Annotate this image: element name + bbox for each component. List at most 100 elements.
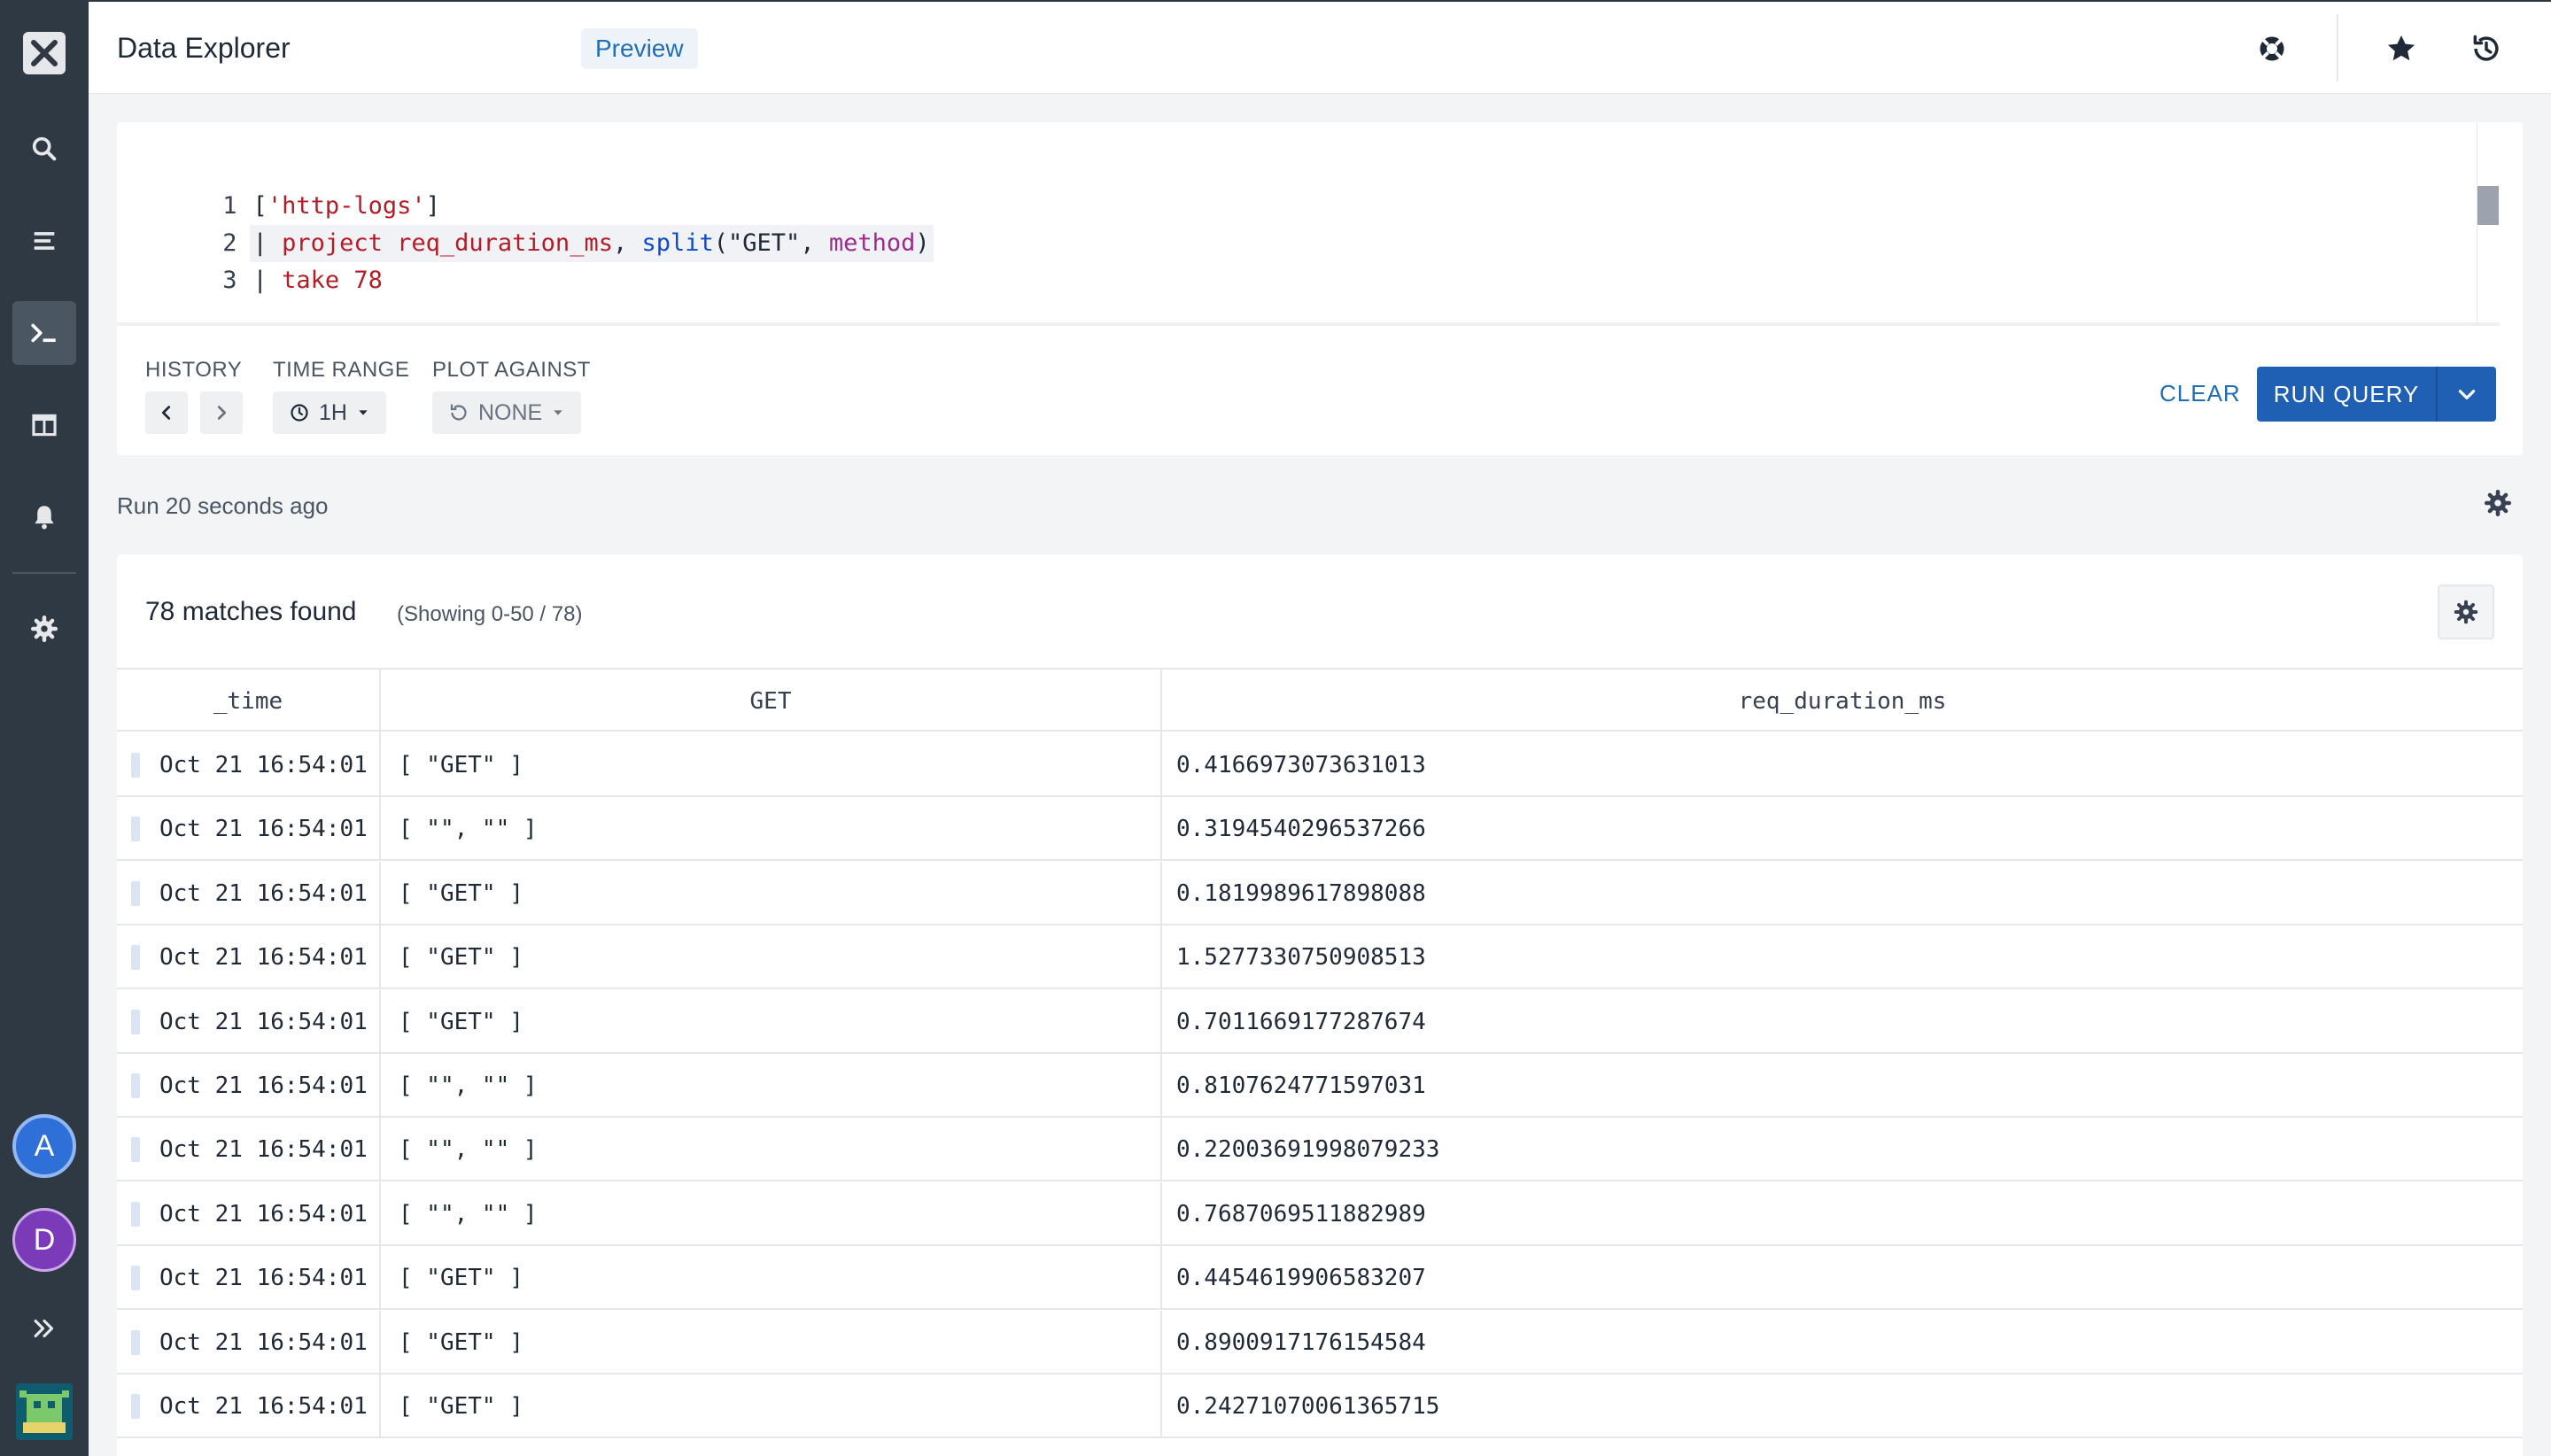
cell-duration: 0.7011669177287674 (1176, 1008, 1426, 1035)
cell-get: [ "", "" ] (381, 1181, 1162, 1246)
table-row[interactable]: Oct 21 16:54:01[ "GET" ] 0.89009171761545… (117, 1310, 2523, 1375)
caret-down-icon (359, 410, 368, 415)
sidebar-item-settings[interactable] (12, 597, 76, 661)
history-icon (450, 404, 467, 421)
sidebar-item-stream[interactable] (12, 209, 76, 273)
cell-time: Oct 21 16:54:01 (117, 1181, 381, 1246)
avatar[interactable]: A (12, 1114, 76, 1178)
table-row[interactable]: Oct 21 16:54:01[ "GET" ] 1.52773307509085… (117, 925, 2523, 990)
results-range: (Showing 0-50 / 78) (397, 602, 583, 626)
cell-get: [ "GET" ] (381, 1310, 1162, 1375)
double-chevron-right-icon (34, 1319, 54, 1338)
sidebar-item-dashboards[interactable] (12, 393, 76, 457)
cell-get: [ "GET" ] (381, 1246, 1162, 1311)
preview-badge: Preview (581, 28, 698, 69)
table-row[interactable]: Oct 21 16:54:01[ "", "" ] 0.3194540296537… (117, 797, 2523, 862)
history-forward-button[interactable] (200, 391, 243, 434)
cell-duration: 0.22003691998079233 (1176, 1136, 1440, 1164)
cell-get: [ "GET" ] (381, 1375, 1162, 1438)
chevron-right-icon (217, 406, 227, 420)
chevron-down-icon (2458, 390, 2476, 399)
cell-duration: 0.4454619906583207 (1176, 1265, 1426, 1292)
bell-icon (35, 506, 54, 530)
editor-scrollbar[interactable] (2477, 122, 2500, 326)
cell-duration: 0.3194540296537266 (1176, 816, 1426, 843)
run-status: Run 20 seconds ago (117, 492, 329, 519)
cell-get: [ "GET" ] (381, 861, 1162, 925)
results-card: 78 matches found (Showing 0-50 / 78) _ti… (117, 554, 2523, 1456)
table-settings-button[interactable] (2438, 585, 2494, 639)
cell-duration: 0.7687069511882989 (1176, 1200, 1426, 1228)
code-line[interactable]: 2 | project req_duration_ms, split("GET",… (117, 188, 1091, 262)
sidebar-item-query[interactable] (12, 301, 76, 365)
scrollbar-thumb[interactable] (2477, 186, 2499, 225)
app-logo-icon[interactable] (23, 32, 66, 74)
line-number: 3 (222, 267, 237, 294)
table-row[interactable]: Oct 21 16:54:01[ "GET" ] 0.44546199065832… (117, 1246, 2523, 1311)
cell-get: [ "GET" ] (381, 989, 1162, 1054)
cell-time: Oct 21 16:54:01 (117, 1375, 381, 1438)
run-options-button[interactable] (2438, 367, 2496, 422)
star-icon (2387, 35, 2415, 61)
results-count: 78 matches found (145, 597, 357, 626)
gear-icon (2454, 600, 2478, 624)
column-header-get[interactable]: GET (381, 670, 1162, 733)
cell-duration: 0.8900917176154584 (1176, 1328, 1426, 1356)
history-icon (2473, 35, 2499, 61)
time-range-dropdown[interactable]: 1H (273, 391, 386, 434)
cell-duration: 0.1819989617898088 (1176, 879, 1426, 907)
table-row[interactable]: Oct 21 16:54:01[ "GET" ] 0.41669730736310… (117, 733, 2523, 797)
cell-time: Oct 21 16:54:01 (117, 1054, 381, 1118)
cell-duration: 0.4166973073631013 (1176, 752, 1426, 778)
sidebar-item-monitors[interactable] (12, 485, 76, 549)
cell-duration: 0.8107624771597031 (1176, 1073, 1426, 1099)
time-range-value: 1H (319, 399, 347, 425)
results-view-settings-button[interactable] (2480, 485, 2516, 521)
app-icon[interactable] (16, 1383, 73, 1440)
top-divider (2337, 14, 2338, 81)
cell-get: [ "", "" ] (381, 797, 1162, 862)
cell-duration: 1.5277330750908513 (1176, 944, 1426, 972)
help-button[interactable] (2252, 28, 2292, 69)
sidebar-divider (12, 572, 76, 574)
cell-time: Oct 21 16:54:01 (117, 989, 381, 1054)
avatar[interactable]: D (12, 1208, 76, 1272)
code-line[interactable]: 1 ['http-logs'] (117, 151, 1091, 220)
starred-queries-button[interactable] (2381, 28, 2422, 69)
sidebar-item-search[interactable] (12, 117, 76, 181)
code-text: | take 78 (252, 267, 383, 294)
column-header-time[interactable]: _time (117, 670, 381, 733)
table-row[interactable]: Oct 21 16:54:01[ "GET" ] 0.70116691772876… (117, 989, 2523, 1054)
cell-time: Oct 21 16:54:01 (117, 1118, 381, 1182)
top-bar: Data Explorer Preview (89, 0, 2551, 94)
avatar-initial: A (34, 1128, 55, 1163)
run-query-button-group: RUN QUERY (2257, 367, 2496, 422)
sidebar-expand[interactable] (12, 1297, 76, 1360)
cell-get: [ "GET" ] (381, 925, 1162, 990)
table-row[interactable]: Oct 21 16:54:01[ "", "" ] 0.8107624771597… (117, 1054, 2523, 1118)
cell-time: Oct 21 16:54:01 (117, 925, 381, 990)
table-header: _time GET req_duration_ms (117, 668, 2523, 733)
run-query-button[interactable]: RUN QUERY (2257, 367, 2438, 422)
query-editor[interactable]: 1 ['http-logs'] 2 | project req_duration_m… (117, 122, 2500, 326)
query-controls: HISTORY TIME RANGE 1H PLOT AGAINST NONE … (117, 329, 2523, 455)
table-row[interactable]: Oct 21 16:54:01[ "GET" ] 0.18199896178980… (117, 861, 2523, 925)
cell-time: Oct 21 16:54:01 (117, 861, 381, 925)
column-header-duration[interactable]: req_duration_ms (1162, 670, 2523, 733)
table-row[interactable]: Oct 21 16:54:01[ "GET" ] 0.24271070061365… (117, 1375, 2523, 1438)
plot-against-label: PLOT AGAINST (432, 358, 591, 382)
terminal-icon (31, 323, 56, 343)
cell-time: Oct 21 16:54:01 (117, 733, 381, 797)
page-title: Data Explorer (117, 32, 291, 64)
history-back-button[interactable] (145, 391, 188, 434)
code-line[interactable]: 3 | take 78 (117, 225, 1091, 294)
cell-time: Oct 21 16:54:01 (117, 1310, 381, 1375)
table-row[interactable]: Oct 21 16:54:01[ "", "" ] 0.7687069511882… (117, 1181, 2523, 1246)
cell-duration: 0.24271070061365715 (1176, 1393, 1440, 1420)
plot-against-dropdown[interactable]: NONE (432, 391, 582, 434)
query-history-button[interactable] (2466, 28, 2507, 69)
clear-button[interactable]: CLEAR (2145, 367, 2255, 420)
history-label: HISTORY (145, 358, 243, 382)
table-row[interactable]: Oct 21 16:54:01[ "", "" ] 0.2200369199807… (117, 1118, 2523, 1182)
cell-get: [ "GET" ] (381, 733, 1162, 797)
